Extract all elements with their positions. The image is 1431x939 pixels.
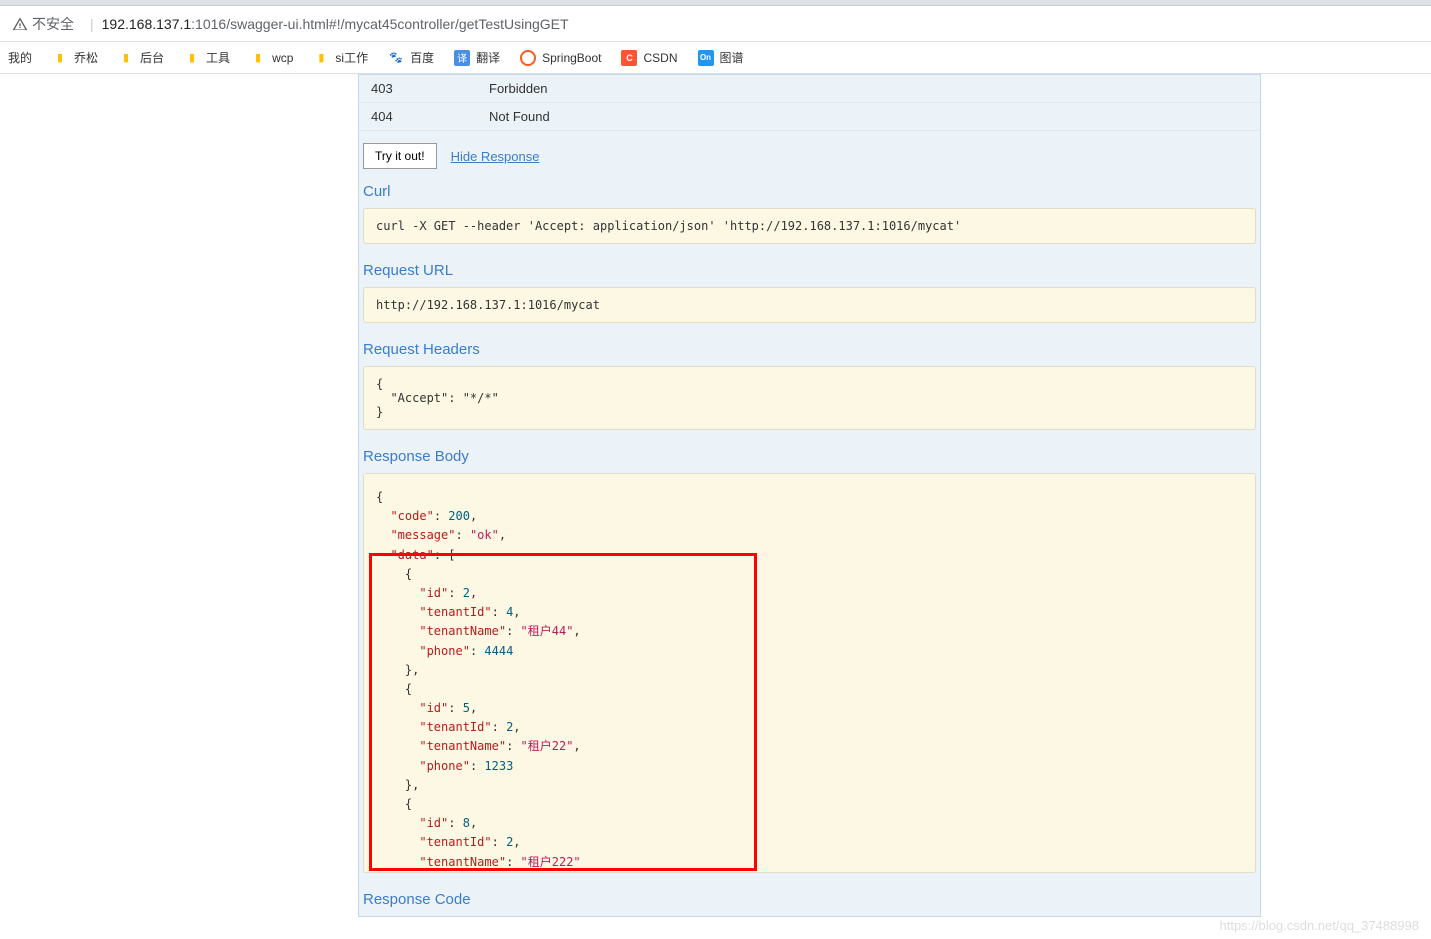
folder-icon: ▮ [313,50,329,66]
bookmark-fanyi[interactable]: 译翻译 [446,45,508,70]
response-code-heading: Response Code [359,887,1260,916]
bookmarks-bar: 我的 ▮乔松 ▮后台 ▮工具 ▮wcp ▮si工作 🐾百度 译翻译 Spring… [0,42,1431,74]
folder-icon: ▮ [118,50,134,66]
bookmark-baidu[interactable]: 🐾百度 [380,45,442,70]
address-bar: 不安全 | 192.168.137.1:1016/swagger-ui.html… [0,6,1431,42]
action-row: Try it out! Hide Response [359,139,1260,179]
url-path[interactable]: :1016/swagger-ui.html#!/mycat45controlle… [191,16,568,32]
response-desc-404: Not Found [489,109,550,124]
response-codes-table: 403 Forbidden 404 Not Found [359,75,1260,131]
on-icon: On [698,50,714,66]
swagger-panel: 403 Forbidden 404 Not Found Try it out! … [358,74,1261,917]
bookmark-gongju[interactable]: ▮工具 [176,45,238,70]
spring-icon [520,50,536,66]
response-desc-403: Forbidden [489,81,548,96]
divider: | [90,16,94,32]
bookmark-si[interactable]: ▮si工作 [305,45,376,70]
bookmark-houtai[interactable]: ▮后台 [110,45,172,70]
csdn-icon: C [621,50,637,66]
baidu-icon: 🐾 [388,50,404,66]
watermark: https://blog.csdn.net/qq_37488998 [1220,918,1420,933]
response-code-403: 403 [359,81,489,96]
request-headers-value[interactable]: { "Accept": "*/*" } [363,366,1256,430]
bookmark-wcp[interactable]: ▮wcp [242,46,301,70]
response-code-404: 404 [359,109,489,124]
response-body-content[interactable]: { "code": 200, "message": "ok", "data": … [363,473,1256,873]
curl-command[interactable]: curl -X GET --header 'Accept: applicatio… [363,208,1256,244]
try-it-out-button[interactable]: Try it out! [363,143,437,169]
warning-icon [12,16,28,32]
translate-icon: 译 [454,50,470,66]
folder-icon: ▮ [52,50,68,66]
folder-icon: ▮ [184,50,200,66]
swagger-content: 403 Forbidden 404 Not Found Try it out! … [0,74,1431,917]
folder-icon: ▮ [250,50,266,66]
request-url-value[interactable]: http://192.168.137.1:1016/mycat [363,287,1256,323]
bookmark-tupu[interactable]: On图谱 [690,45,752,70]
table-row: 404 Not Found [359,103,1260,131]
security-warning: 不安全 [12,14,74,34]
bookmark-qiaosong[interactable]: ▮乔松 [44,45,106,70]
request-headers-heading: Request Headers [359,337,1260,366]
bookmark-springboot[interactable]: SpringBoot [512,46,609,70]
curl-heading: Curl [359,179,1260,208]
bookmark-csdn[interactable]: CCSDN [613,46,685,70]
hide-response-link[interactable]: Hide Response [451,149,540,164]
response-body-heading: Response Body [359,444,1260,473]
table-row: 403 Forbidden [359,75,1260,103]
url-host[interactable]: 192.168.137.1 [102,16,192,32]
bookmark-mine[interactable]: 我的 [0,45,40,70]
request-url-heading: Request URL [359,258,1260,287]
